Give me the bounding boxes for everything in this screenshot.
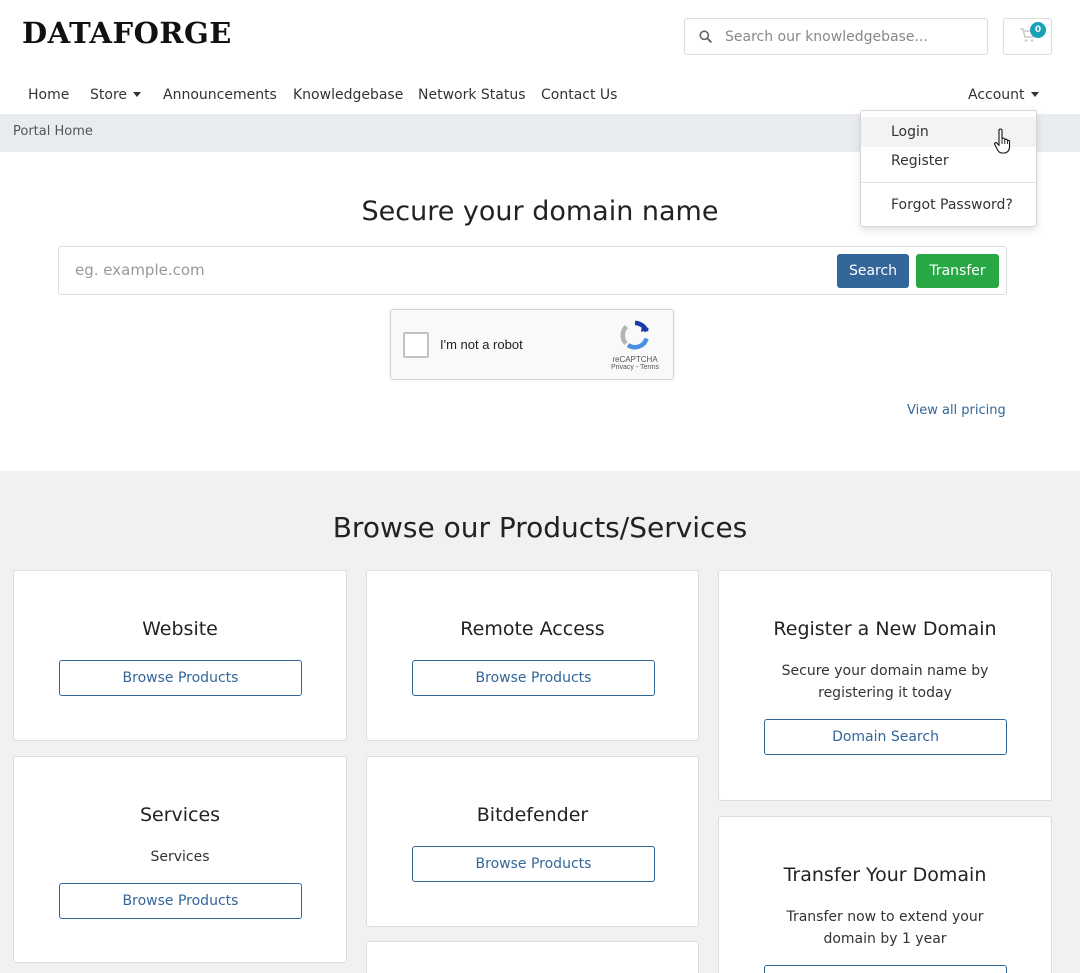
nav-item-announcements[interactable]: Announcements [163, 87, 277, 103]
card-title: Bitdefender [476, 804, 589, 826]
menu-item-forgot-password[interactable]: Forgot Password? [861, 190, 1036, 220]
product-card-transfer-domain: Transfer Your Domain Transfer now to ext… [718, 816, 1052, 973]
domain-transfer-button[interactable]: Transfer [916, 254, 999, 288]
card-description-line-2: domain by 1 year [823, 931, 947, 947]
browse-products-button[interactable]: Browse Products [412, 846, 655, 882]
knowledgebase-search-input[interactable] [725, 28, 975, 45]
breadcrumb-portal-home[interactable]: Portal Home [13, 124, 93, 139]
product-card-register-domain: Register a New Domain Secure your domain… [718, 570, 1052, 801]
view-all-pricing-link[interactable]: View all pricing [907, 403, 1006, 418]
product-card-website: Website Browse Products [13, 570, 347, 741]
recaptcha-terms-link[interactable]: Privacy - Terms [605, 364, 665, 371]
transfer-card-button[interactable] [764, 965, 1007, 973]
products-section-title: Browse our Products/Services [332, 511, 748, 544]
nav-item-store-label: Store [90, 87, 128, 103]
nav-item-knowledgebase[interactable]: Knowledgebase [293, 87, 403, 103]
products-section: Browse our Products/Services Website Bro… [0, 471, 1080, 973]
product-card-remote-access: Remote Access Browse Products [366, 570, 699, 741]
domain-search-card-button[interactable]: Domain Search [764, 719, 1007, 755]
nav-item-home[interactable]: Home [28, 87, 69, 103]
recaptcha-logo-icon [620, 320, 650, 354]
browse-products-button[interactable]: Browse Products [59, 660, 302, 696]
product-card-partial [366, 941, 699, 973]
main-navigation: Home Store Announcements Knowledgebase N… [0, 78, 1080, 114]
product-card-bitdefender: Bitdefender Browse Products [366, 756, 699, 927]
card-title: Services [139, 804, 221, 826]
menu-divider [861, 182, 1036, 183]
card-title: Website [142, 618, 218, 640]
recaptcha-logo-area: reCAPTCHA Privacy - Terms [605, 320, 665, 371]
card-description-line-1: Transfer now to extend your [786, 909, 984, 925]
product-card-services: Services Services Browse Products [13, 756, 347, 963]
cart-button[interactable]: 0 [1003, 18, 1052, 55]
recaptcha-brand: reCAPTCHA [612, 355, 658, 364]
nav-item-store[interactable]: Store [90, 87, 142, 103]
card-title: Transfer Your Domain [783, 864, 987, 886]
caret-down-icon [133, 91, 142, 97]
cart-count-badge: 0 [1030, 22, 1046, 38]
search-icon [685, 30, 725, 43]
browse-products-button[interactable]: Browse Products [412, 660, 655, 696]
nav-item-contact-us[interactable]: Contact Us [541, 87, 617, 103]
card-title: Register a New Domain [773, 618, 997, 640]
browse-products-button[interactable]: Browse Products [59, 883, 302, 919]
site-header: DATAFORGE 0 [0, 0, 1080, 76]
caret-down-icon [1030, 91, 1039, 97]
domain-search-input[interactable] [75, 261, 775, 279]
domain-search-button[interactable]: Search [837, 254, 909, 288]
card-description-line-1: Secure your domain name by [781, 663, 989, 679]
knowledgebase-search[interactable] [684, 18, 988, 55]
recaptcha-checkbox[interactable] [403, 332, 429, 358]
nav-item-network-status[interactable]: Network Status [418, 87, 526, 103]
nav-item-account[interactable]: Account [968, 87, 1039, 103]
recaptcha-widget: I'm not a robot reCAPTCHA Privacy - Term… [390, 309, 674, 380]
hand-pointer-cursor-icon [993, 128, 1013, 160]
domain-search-bar: Search Transfer [58, 246, 1007, 295]
card-description: Services [150, 849, 210, 865]
card-description-line-2: registering it today [818, 685, 952, 701]
card-title: Remote Access [460, 618, 605, 640]
site-logo[interactable]: DATAFORGE [22, 16, 232, 50]
nav-item-account-label: Account [968, 87, 1025, 103]
recaptcha-label: I'm not a robot [440, 337, 523, 352]
